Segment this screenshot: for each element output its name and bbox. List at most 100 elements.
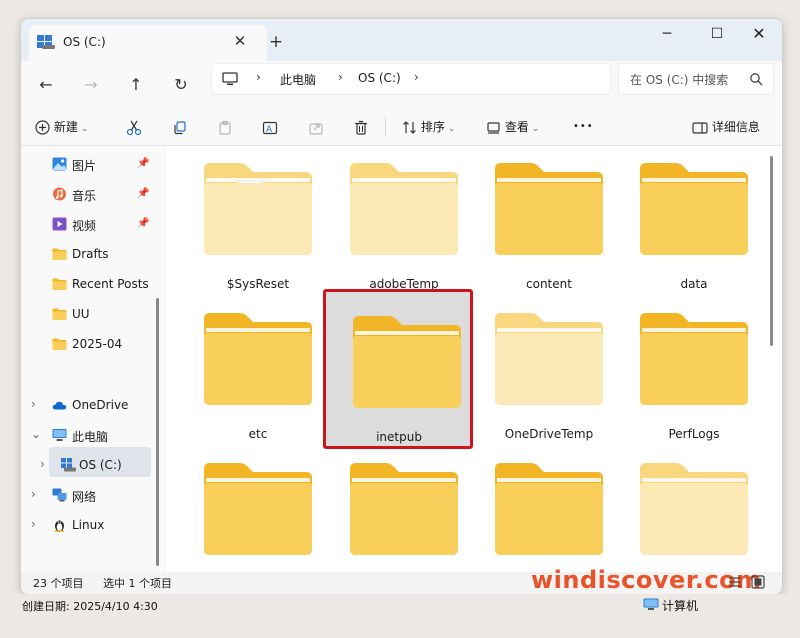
command-bar: 新建 ⌄ A 排序 ⌄ 查看 ⌄ ••• 详细信息 [21, 109, 782, 146]
chevron-down-icon[interactable]: ⌄ [31, 427, 41, 441]
sidebar-scrollbar[interactable] [156, 298, 159, 566]
title-bar: OS (C:) ✕ + ─ ☐ ✕ [21, 19, 782, 61]
details-pane-button[interactable]: 详细信息 [692, 115, 760, 139]
view-button[interactable]: 查看 ⌄ [486, 115, 539, 139]
maximize-button[interactable]: ☐ [694, 19, 740, 49]
tab-os-c[interactable]: OS (C:) ✕ [29, 25, 267, 61]
folder-icon [52, 338, 67, 350]
pin-icon: 📌 [137, 188, 150, 199]
folder-name: etc [248, 427, 268, 441]
new-button[interactable]: 新建 ⌄ [35, 115, 88, 139]
drive-icon [37, 35, 55, 49]
address-bar[interactable]: › 此电脑 › OS (C:) › [211, 63, 611, 95]
breadcrumb-this-pc[interactable]: 此电脑 [280, 71, 316, 88]
breadcrumb-separator[interactable]: › [256, 70, 261, 84]
sidebar-item-linux[interactable]: › Linux [21, 512, 165, 540]
sidebar-item-music[interactable]: 音乐 📌 [21, 181, 165, 209]
sidebar-item-videos[interactable]: 视频 📌 [21, 211, 165, 239]
chevron-down-icon: ⌄ [531, 124, 540, 134]
folder-icon [353, 316, 461, 408]
breadcrumb-os-c[interactable]: OS (C:) [358, 71, 401, 85]
sidebar-item-network[interactable]: › 网络 [21, 482, 165, 510]
sidebar-item-os-drive[interactable]: › OS (C:) [31, 452, 175, 480]
chevron-down-icon: ⌄ [447, 124, 456, 134]
sidebar-item-2025-04[interactable]: 2025-04 [21, 331, 165, 359]
tab-close-icon[interactable]: ✕ [229, 30, 251, 52]
folder-icon [640, 313, 748, 405]
close-button[interactable]: ✕ [736, 19, 782, 49]
breadcrumb-separator[interactable]: › [338, 70, 343, 84]
forward-button[interactable]: → [77, 71, 105, 99]
folder-tile[interactable]: PerfLogs [621, 311, 767, 459]
folder-icon [640, 463, 748, 555]
folder-tile[interactable] [331, 461, 477, 572]
folder-tile[interactable]: data [621, 161, 767, 309]
share-button[interactable] [308, 115, 324, 139]
folder-tile[interactable] [185, 461, 331, 572]
selected-count: 选中 1 个项目 [103, 577, 172, 590]
sidebar-item-onedrive[interactable]: › OneDrive [21, 392, 165, 420]
sidebar-item-label: 音乐 [72, 189, 97, 203]
details-view-icon[interactable] [728, 575, 742, 589]
sidebar-item-label: UU [72, 307, 90, 321]
folder-tile[interactable]: OneDriveTemp [476, 311, 622, 459]
folder-tile[interactable] [476, 461, 622, 572]
sidebar-item-recent-posts[interactable]: Recent Posts [21, 271, 165, 299]
sidebar-item-this-pc[interactable]: ⌄ 此电脑 [21, 422, 165, 450]
tiles-view-icon[interactable] [751, 575, 765, 589]
chevron-down-icon: ⌄ [80, 124, 89, 134]
breadcrumb-separator[interactable]: › [414, 70, 419, 84]
computer-icon [222, 72, 238, 85]
minimize-button[interactable]: ─ [644, 19, 690, 49]
chevron-right-icon[interactable]: › [31, 397, 36, 411]
paste-button[interactable] [217, 115, 233, 139]
search-box[interactable]: 在 OS (C:) 中搜索 [618, 63, 774, 95]
sort-button[interactable]: 排序 ⌄ [402, 115, 455, 139]
file-list-view: $SysReset adobeTemp content data etc inetpub O… [166, 146, 782, 572]
sidebar-item-uu[interactable]: UU [21, 301, 165, 329]
folder-tile[interactable]: $SysReset [185, 161, 331, 309]
sidebar-item-label: 视频 [72, 219, 97, 233]
details-label: 详细信息 [711, 120, 760, 134]
toolbar-divider [385, 117, 386, 137]
folder-icon [350, 163, 458, 255]
chevron-right-icon[interactable]: › [40, 457, 45, 471]
folder-name: content [526, 277, 572, 291]
file-explorer-window: OS (C:) ✕ + ─ ☐ ✕ ← → ↑ ↻ › 此电脑 › OS (C:… [20, 18, 783, 595]
new-tab-button[interactable]: + [265, 31, 287, 53]
scissors-icon [126, 120, 142, 135]
rename-button[interactable]: A [262, 115, 278, 139]
copy-button[interactable] [172, 115, 188, 139]
sidebar-item-label: 此电脑 [72, 430, 109, 444]
refresh-button[interactable]: ↻ [167, 71, 195, 99]
cut-button[interactable] [126, 115, 142, 139]
content-scrollbar[interactable] [770, 156, 773, 346]
folder-tile[interactable]: inetpub [323, 289, 473, 449]
folder-tile[interactable] [621, 461, 767, 572]
chevron-right-icon[interactable]: › [31, 517, 36, 531]
sidebar-item-drafts[interactable]: Drafts [21, 241, 165, 269]
cloud-icon [52, 401, 67, 410]
computer-icon [643, 598, 659, 610]
computer-icon [52, 429, 67, 441]
up-button[interactable]: ↑ [122, 71, 150, 99]
plus-circle-icon [35, 120, 50, 135]
sidebar-item-pictures[interactable]: 图片 📌 [21, 151, 165, 179]
more-options-button[interactable]: ••• [573, 115, 594, 139]
rename-icon: A [262, 121, 278, 135]
folder-name: inetpub [376, 430, 422, 444]
delete-button[interactable] [353, 115, 369, 139]
search-input[interactable]: 在 OS (C:) 中搜索 [630, 71, 728, 88]
folder-name: OneDriveTemp [504, 427, 594, 441]
chevron-right-icon[interactable]: › [31, 487, 36, 501]
folder-icon [204, 313, 312, 405]
music-icon [53, 187, 66, 201]
trash-icon [355, 120, 367, 135]
back-button[interactable]: ← [32, 71, 60, 99]
folder-tile[interactable]: etc [185, 311, 331, 459]
folder-name: PerfLogs [668, 427, 720, 441]
folder-tile[interactable]: adobeTemp [331, 161, 477, 309]
folder-tile[interactable]: content [476, 161, 622, 309]
share-icon [309, 122, 323, 135]
properties-bar: 创建日期: 2025/4/10 4:30 计算机 [0, 594, 800, 638]
